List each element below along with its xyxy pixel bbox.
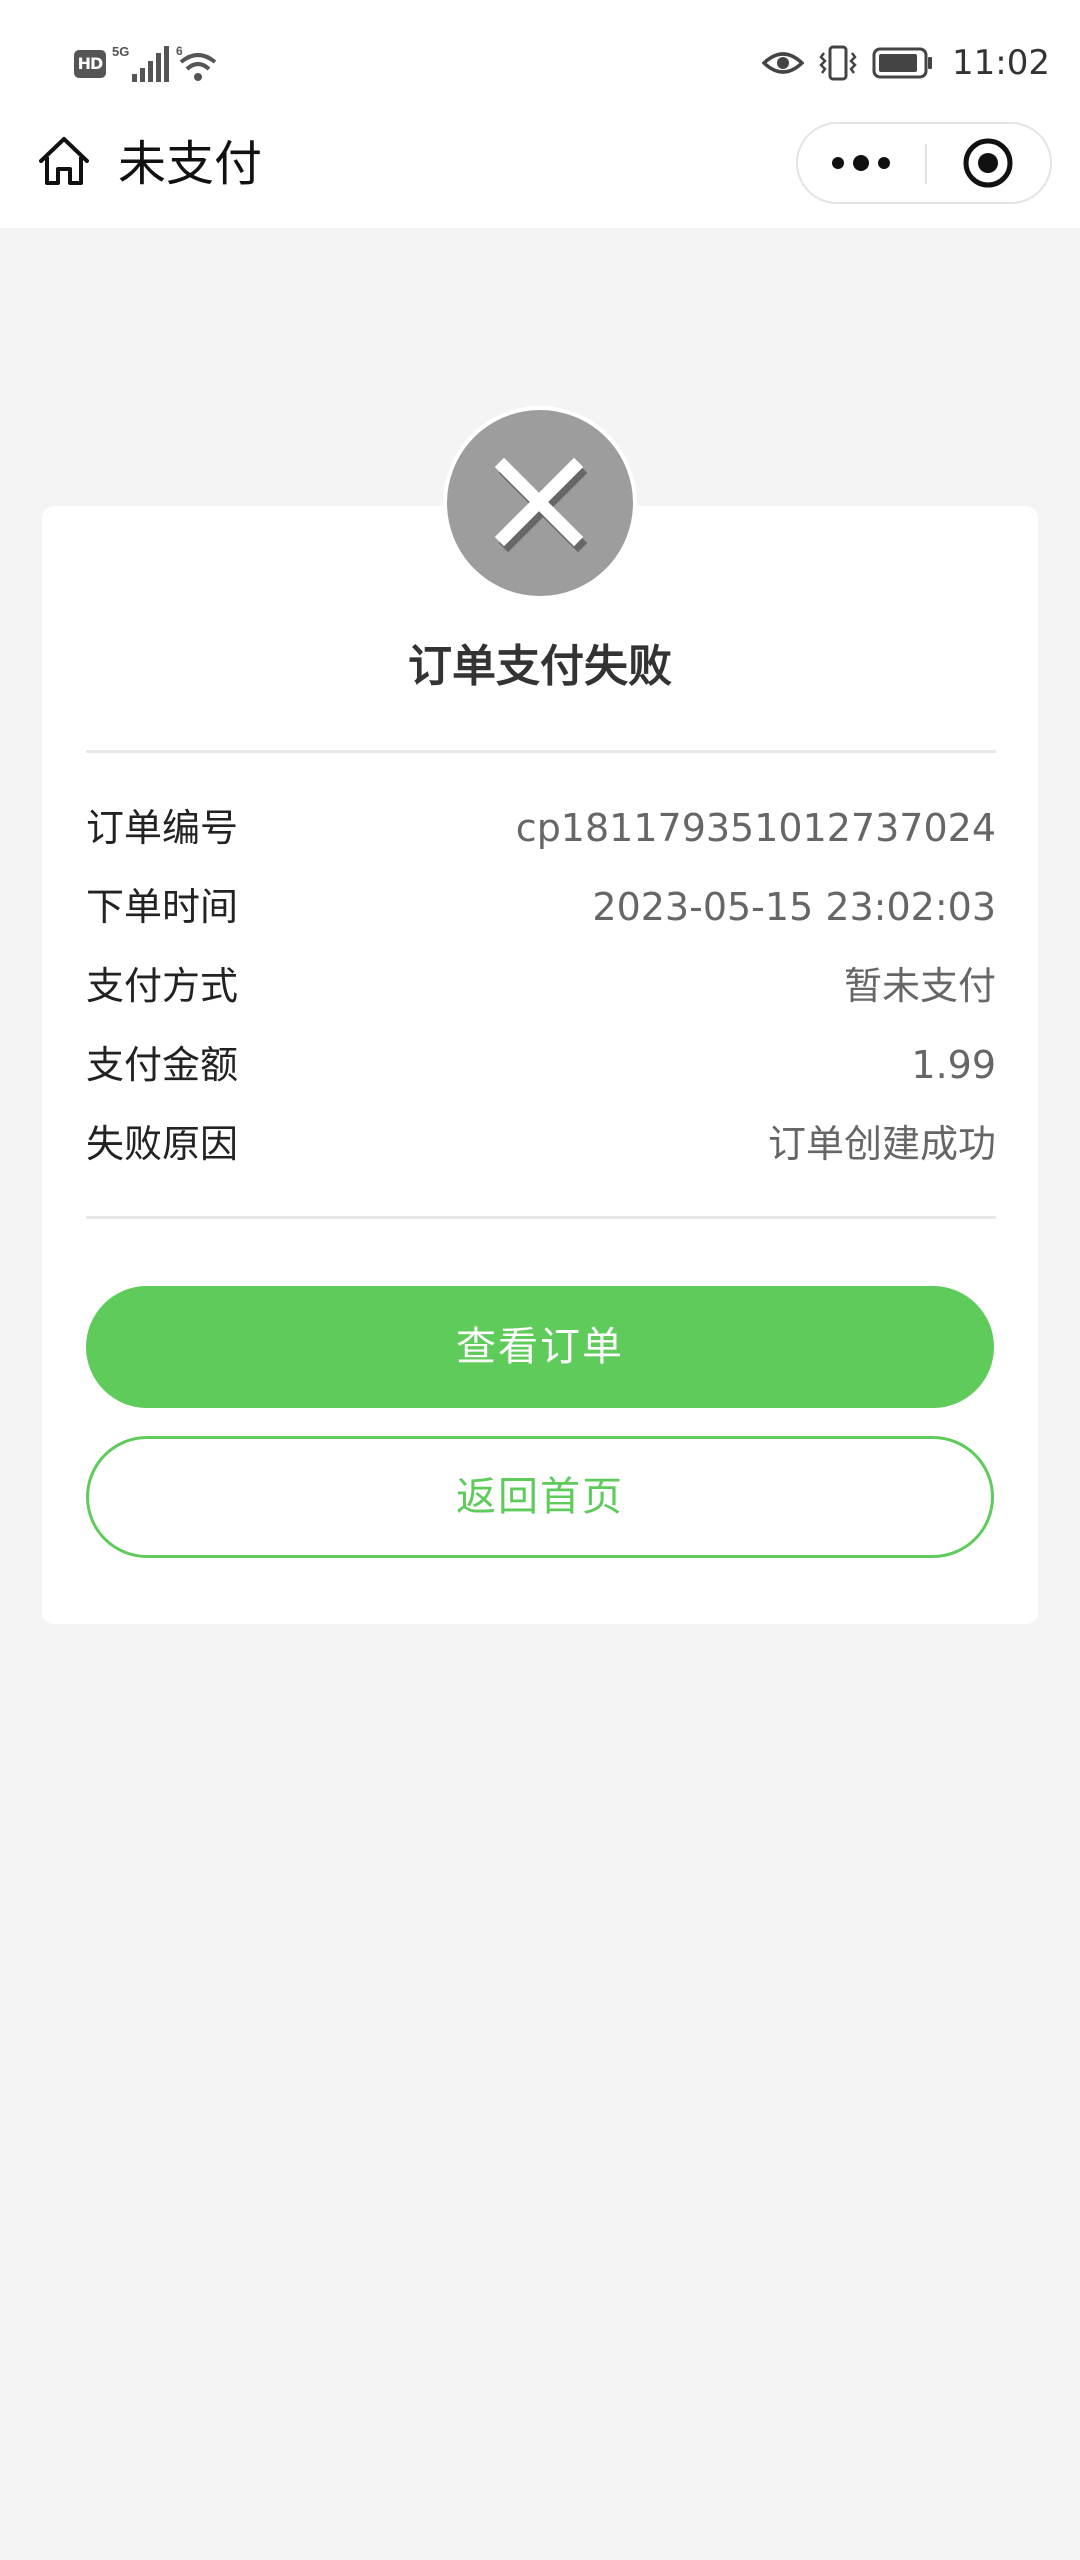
eye-icon [762,52,805,74]
network-type-label: 5G [112,44,129,59]
payment-amount-label: 支付金额 [86,1043,239,1087]
home-icon[interactable] [36,133,92,189]
vibrate-icon [819,45,857,81]
order-number-value: cp181179351012737024 [515,806,996,850]
payment-method-value: 暂未支付 [843,964,996,1008]
battery-icon [872,47,933,79]
clock-time: 11:02 [952,43,1050,83]
payment-method-row: 支付方式 暂未支付 [86,954,996,1018]
failure-reason-value: 订单创建成功 [767,1122,996,1166]
view-order-button[interactable]: 查看订单 [86,1286,994,1408]
mini-program-capsule [796,122,1052,204]
page-title: 未支付 [118,136,263,192]
divider-top [86,750,996,753]
payment-amount-value: 1.99 [911,1043,996,1087]
failure-reason-label: 失败原因 [86,1122,239,1166]
more-button[interactable] [798,124,924,202]
wifi-icon: 6 [176,44,217,81]
order-time-row: 下单时间 2023-05-15 23:02:03 [86,875,996,939]
order-time-label: 下单时间 [86,885,239,929]
signal-5g-icon: 5G [112,44,169,82]
status-bar: HD 5G 6 11:02 [0,0,1080,124]
failure-reason-row: 失败原因 订单创建成功 [86,1112,996,1176]
payment-amount-row: 支付金额 1.99 [86,1033,996,1097]
target-close-icon [963,138,1013,188]
close-x-icon [494,457,588,553]
order-time-value: 2023-05-15 23:02:03 [592,885,996,929]
payment-failed-badge [443,406,637,600]
system-indicators: 11:02 [762,38,1050,88]
more-dots-icon [832,155,890,171]
result-title: 订单支付失败 [408,641,672,692]
back-home-button[interactable]: 返回首页 [86,1436,994,1558]
order-number-row: 订单编号 cp181179351012737024 [86,796,996,860]
wifi-label: 6 [176,44,183,58]
network-indicators: HD 5G 6 [74,44,222,84]
order-number-label: 订单编号 [86,806,239,850]
divider-bottom [86,1216,996,1219]
payment-method-label: 支付方式 [86,964,239,1008]
hd-badge: HD [74,50,106,78]
close-miniprogram-button[interactable] [926,124,1050,202]
